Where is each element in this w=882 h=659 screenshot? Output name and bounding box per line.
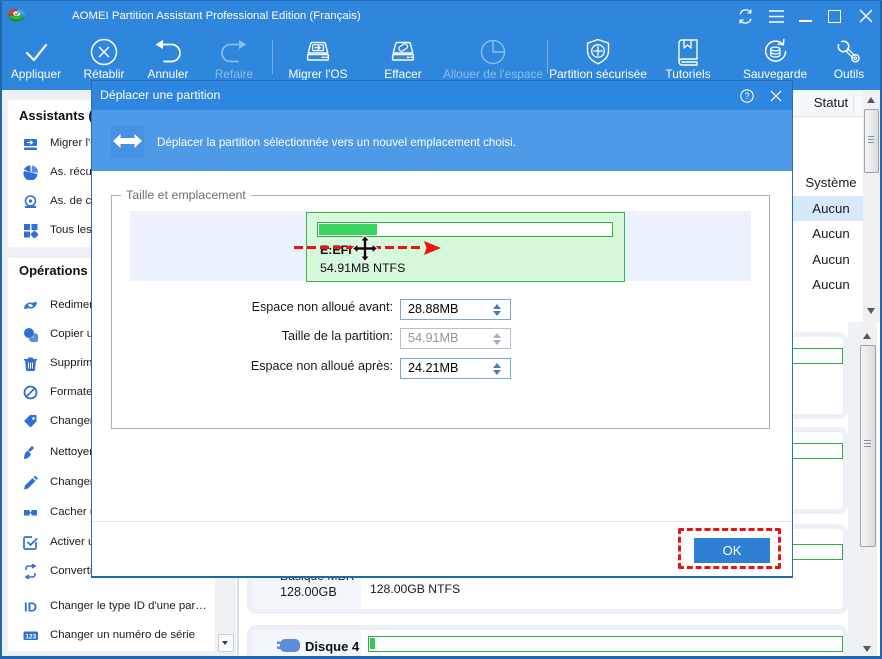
svg-text:ID: ID bbox=[24, 599, 37, 614]
svg-text:?: ? bbox=[744, 91, 749, 101]
svg-text:123: 123 bbox=[25, 633, 36, 640]
